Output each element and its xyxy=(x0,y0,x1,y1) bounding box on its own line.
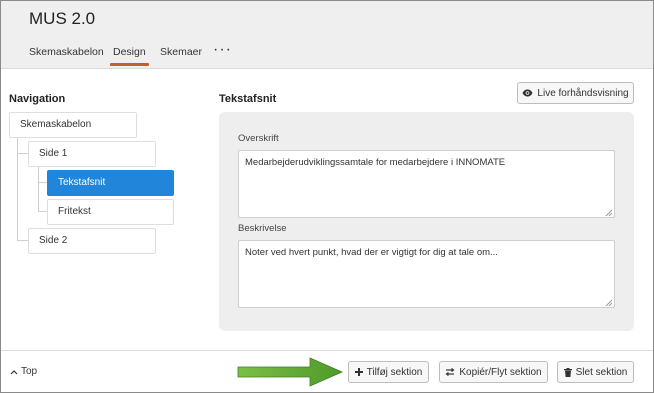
overskrift-textarea[interactable]: Medarbejderudviklingssamtale for medarbe… xyxy=(238,150,615,218)
resize-grip-icon[interactable] xyxy=(605,208,613,217)
copy-move-section-button[interactable]: Kopiér/Flyt sektion xyxy=(439,361,548,383)
copy-move-section-label: Kopiér/Flyt sektion xyxy=(459,366,542,378)
resize-grip-icon[interactable] xyxy=(605,298,613,307)
overskrift-value: Medarbejderudviklingssamtale for medarbe… xyxy=(245,157,506,168)
beskrivelse-textarea[interactable]: Noter ved hvert punkt, hvad der er vigti… xyxy=(238,240,615,308)
tree-node-tekstafsnit[interactable]: Tekstafsnit xyxy=(47,170,174,196)
back-to-top-label: Top xyxy=(21,366,38,377)
tree-connector xyxy=(38,166,39,212)
editor-heading: Tekstafsnit xyxy=(219,93,277,105)
delete-section-label: Slet sektion xyxy=(575,366,628,378)
back-to-top-link[interactable]: Top xyxy=(10,366,37,377)
app-header: MUS 2.0 Skemaskabelon Design Skemaer ··· xyxy=(1,1,653,69)
tree-node-side-2[interactable]: Side 2 xyxy=(28,228,156,254)
trash-icon xyxy=(563,367,572,377)
eye-icon xyxy=(522,89,533,97)
tab-design[interactable]: Design xyxy=(110,46,149,66)
tree-connector xyxy=(38,182,47,183)
add-section-button[interactable]: Tilføj sektion xyxy=(348,361,429,383)
add-section-label: Tilføj sektion xyxy=(366,366,423,378)
beskrivelse-label: Beskrivelse xyxy=(238,223,287,234)
tree-node-skemaskabelon[interactable]: Skemaskabelon xyxy=(9,112,137,138)
tree-node-side-1[interactable]: Side 1 xyxy=(28,141,156,167)
app-title: MUS 2.0 xyxy=(29,9,96,28)
plus-icon xyxy=(354,368,363,376)
live-preview-button[interactable]: Live forhåndsvisning xyxy=(517,82,634,104)
annotation-arrow-icon xyxy=(237,357,343,387)
overskrift-label: Overskrift xyxy=(238,133,279,144)
tree-node-fritekst[interactable]: Fritekst xyxy=(47,199,174,225)
tree-connector xyxy=(38,211,47,212)
chevron-up-icon xyxy=(10,369,18,375)
tab-skemaskabelon[interactable]: Skemaskabelon xyxy=(29,46,104,58)
more-menu-button[interactable]: ··· xyxy=(213,41,232,59)
navigation-heading: Navigation xyxy=(9,93,66,105)
swap-arrows-icon xyxy=(445,368,455,376)
beskrivelse-value: Noter ved hvert punkt, hvad der er vigti… xyxy=(245,247,498,258)
delete-section-button[interactable]: Slet sektion xyxy=(557,361,634,383)
live-preview-label: Live forhåndsvisning xyxy=(537,87,629,99)
tab-skemaer[interactable]: Skemaer xyxy=(160,46,202,58)
